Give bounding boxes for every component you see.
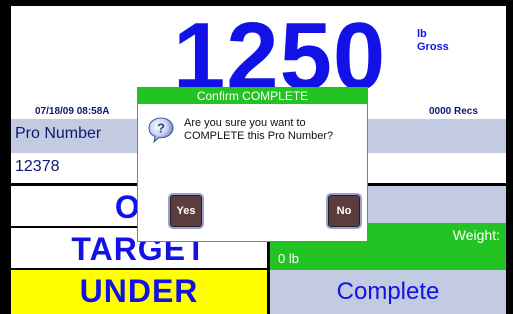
under-indicator: UNDER	[11, 270, 267, 314]
weight-reading-panel: 0 lb	[270, 245, 506, 270]
pro-number-label: Pro Number	[15, 125, 102, 142]
confirm-dialog: Confirm COMPLETE ? Are you sure you want…	[137, 87, 368, 242]
weight-reading: 0 lb	[278, 251, 299, 266]
pro-number-value: 12378	[15, 158, 60, 175]
no-label: No	[336, 205, 352, 217]
complete-button[interactable]: Complete	[270, 270, 506, 314]
mode-text: Gross	[417, 41, 449, 53]
yes-button[interactable]: Yes	[168, 193, 204, 229]
yes-label: Yes	[176, 205, 196, 217]
under-label: UNDER	[79, 273, 199, 309]
unit-text: lb	[417, 28, 427, 40]
no-button[interactable]: No	[326, 193, 362, 229]
svg-text:?: ?	[157, 121, 165, 136]
dialog-title: Confirm COMPLETE	[138, 88, 367, 104]
unit-label: lb Gross	[417, 28, 449, 54]
datetime: 07/18/09 08:58A	[35, 106, 110, 117]
dialog-message: Are you sure you want to COMPLETE this P…	[184, 117, 334, 142]
complete-label: Complete	[336, 278, 440, 305]
question-icon: ?	[147, 116, 175, 144]
records-count: 0000 Recs	[429, 106, 478, 117]
app-frame: 1250 lb Gross 07/18/09 08:58A 0000 Recs …	[0, 0, 513, 314]
